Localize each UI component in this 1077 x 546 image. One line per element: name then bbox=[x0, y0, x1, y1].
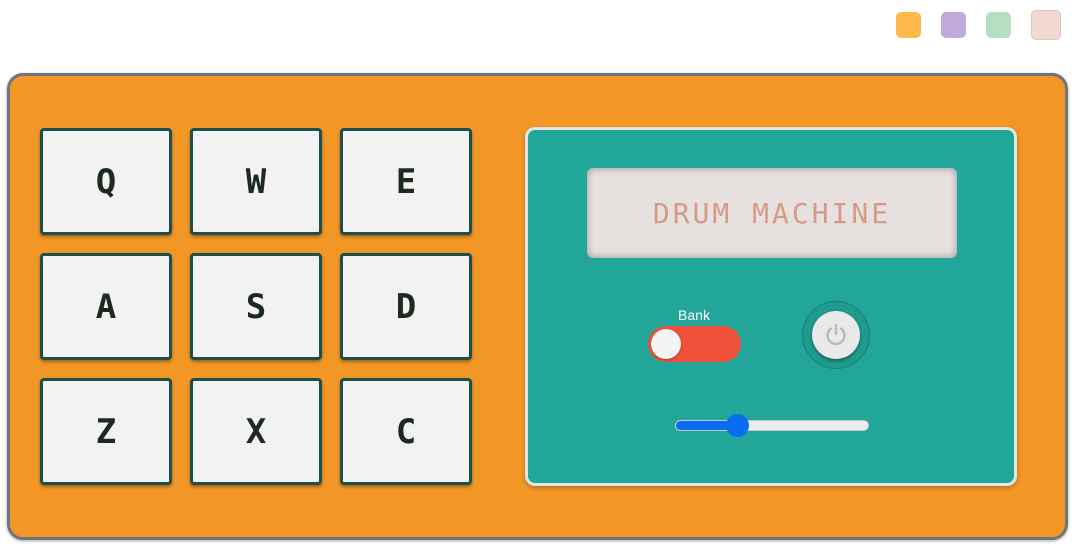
power-icon bbox=[826, 323, 846, 346]
control-panel: DRUM MACHINE Bank bbox=[525, 127, 1017, 486]
bank-toggle[interactable] bbox=[648, 326, 741, 362]
drum-pad-d[interactable]: D bbox=[340, 253, 472, 360]
display-screen: DRUM MACHINE bbox=[587, 168, 957, 258]
drum-pad-z[interactable]: Z bbox=[40, 378, 172, 485]
volume-track bbox=[675, 420, 869, 431]
theme-swatch-peach[interactable] bbox=[1031, 10, 1061, 40]
theme-swatches bbox=[896, 10, 1061, 40]
drum-pad-e[interactable]: E bbox=[340, 128, 472, 235]
display-text: DRUM MACHINE bbox=[652, 196, 892, 230]
theme-swatch-orange[interactable] bbox=[896, 12, 921, 38]
drum-machine: Q W E A S D Z X C DRUM MACHINE Bank bbox=[7, 73, 1068, 540]
drum-pad-grid: Q W E A S D Z X C bbox=[40, 128, 472, 485]
theme-swatch-green[interactable] bbox=[986, 12, 1011, 38]
drum-pad-c[interactable]: C bbox=[340, 378, 472, 485]
bank-label: Bank bbox=[678, 307, 710, 323]
bank-toggle-knob bbox=[651, 329, 681, 359]
drum-pad-w[interactable]: W bbox=[190, 128, 322, 235]
volume-thumb[interactable] bbox=[726, 414, 750, 437]
drum-pad-a[interactable]: A bbox=[40, 253, 172, 360]
volume-slider[interactable] bbox=[675, 414, 869, 438]
theme-swatch-purple[interactable] bbox=[941, 12, 966, 38]
drum-pad-x[interactable]: X bbox=[190, 378, 322, 485]
drum-pad-s[interactable]: S bbox=[190, 253, 322, 360]
drum-pad-q[interactable]: Q bbox=[40, 128, 172, 235]
power-button[interactable] bbox=[812, 311, 860, 359]
power-button-ring[interactable] bbox=[802, 301, 870, 369]
